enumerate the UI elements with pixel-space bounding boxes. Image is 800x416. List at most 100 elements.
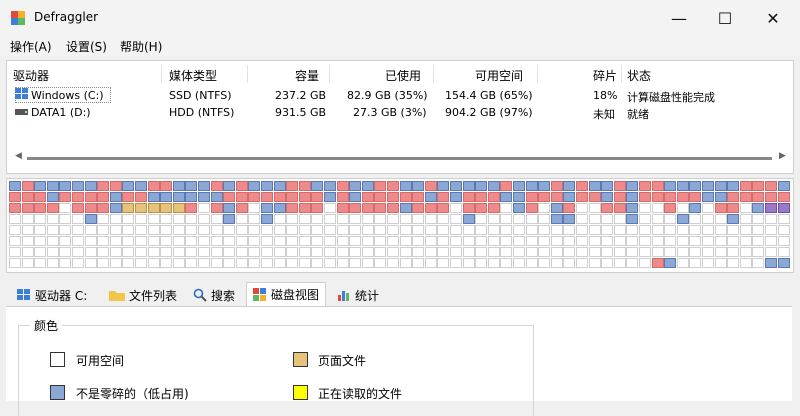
- disk-block[interactable]: [601, 225, 614, 235]
- disk-block[interactable]: [613, 247, 626, 257]
- disk-block[interactable]: [21, 203, 34, 213]
- disk-block[interactable]: [210, 192, 223, 202]
- disk-block[interactable]: [235, 236, 248, 246]
- disk-block[interactable]: [46, 258, 59, 268]
- disk-block[interactable]: [676, 181, 689, 191]
- disk-block[interactable]: [424, 181, 437, 191]
- disk-block[interactable]: [361, 214, 374, 224]
- disk-block[interactable]: [550, 214, 563, 224]
- disk-block[interactable]: [72, 247, 84, 257]
- disk-block[interactable]: [235, 181, 248, 191]
- disk-block[interactable]: [576, 236, 588, 246]
- disk-block[interactable]: [84, 214, 97, 224]
- disk-block[interactable]: [185, 181, 198, 191]
- disk-block[interactable]: [387, 258, 399, 268]
- disk-block[interactable]: [59, 181, 72, 191]
- disk-block[interactable]: [450, 181, 462, 191]
- disk-block[interactable]: [689, 214, 702, 224]
- disk-block[interactable]: [286, 214, 299, 224]
- disk-block[interactable]: [198, 181, 210, 191]
- disk-block[interactable]: [525, 192, 538, 202]
- disk-block[interactable]: [311, 192, 324, 202]
- disk-block[interactable]: [412, 225, 425, 235]
- disk-block[interactable]: [172, 225, 185, 235]
- disk-block[interactable]: [160, 258, 173, 268]
- disk-block[interactable]: [437, 192, 450, 202]
- disk-block[interactable]: [412, 214, 425, 224]
- disk-block[interactable]: [46, 247, 59, 257]
- disk-block[interactable]: [437, 203, 450, 213]
- disk-block[interactable]: [9, 203, 21, 213]
- col-header-drive[interactable]: 驱动器: [13, 67, 49, 84]
- disk-block[interactable]: [311, 181, 324, 191]
- disk-block[interactable]: [752, 225, 765, 235]
- disk-block[interactable]: [538, 247, 551, 257]
- disk-block[interactable]: [286, 181, 299, 191]
- disk-block[interactable]: [298, 236, 311, 246]
- disk-block[interactable]: [437, 258, 450, 268]
- disk-block[interactable]: [676, 192, 689, 202]
- disk-block[interactable]: [135, 181, 147, 191]
- disk-block[interactable]: [538, 181, 551, 191]
- disk-block[interactable]: [46, 181, 59, 191]
- disk-block[interactable]: [273, 236, 286, 246]
- disk-block[interactable]: [437, 181, 450, 191]
- disk-block[interactable]: [349, 225, 362, 235]
- disk-block[interactable]: [9, 258, 21, 268]
- disk-block[interactable]: [298, 247, 311, 257]
- disk-block[interactable]: [248, 258, 261, 268]
- disk-block[interactable]: [563, 181, 576, 191]
- disk-block[interactable]: [702, 236, 714, 246]
- disk-block[interactable]: [97, 236, 110, 246]
- disk-block[interactable]: [475, 225, 488, 235]
- disk-block[interactable]: [198, 192, 210, 202]
- disk-block[interactable]: [613, 203, 626, 213]
- disk-block[interactable]: [273, 214, 286, 224]
- disk-block[interactable]: [109, 258, 122, 268]
- disk-block[interactable]: [109, 236, 122, 246]
- disk-block[interactable]: [727, 214, 740, 224]
- disk-block[interactable]: [361, 203, 374, 213]
- disk-block[interactable]: [336, 181, 349, 191]
- disk-block[interactable]: [626, 192, 639, 202]
- disk-block[interactable]: [399, 181, 412, 191]
- disk-block[interactable]: [727, 247, 740, 257]
- disk-block[interactable]: [286, 192, 299, 202]
- disk-block[interactable]: [109, 181, 122, 191]
- disk-block[interactable]: [387, 225, 399, 235]
- disk-block[interactable]: [84, 181, 97, 191]
- disk-block[interactable]: [311, 236, 324, 246]
- disk-block[interactable]: [626, 225, 639, 235]
- disk-block[interactable]: [235, 225, 248, 235]
- disk-map[interactable]: [6, 178, 794, 273]
- disk-block[interactable]: [727, 192, 740, 202]
- disk-block[interactable]: [752, 192, 765, 202]
- disk-block[interactable]: [626, 236, 639, 246]
- disk-block[interactable]: [601, 258, 614, 268]
- disk-block[interactable]: [739, 247, 752, 257]
- disk-block[interactable]: [122, 214, 135, 224]
- disk-block[interactable]: [727, 203, 740, 213]
- disk-block[interactable]: [487, 192, 500, 202]
- scroll-right-icon[interactable]: ▶: [779, 151, 786, 161]
- disk-block[interactable]: [601, 181, 614, 191]
- disk-block[interactable]: [261, 225, 273, 235]
- disk-block[interactable]: [349, 247, 362, 257]
- disk-block[interactable]: [311, 203, 324, 213]
- disk-block[interactable]: [59, 236, 72, 246]
- disk-block[interactable]: [223, 192, 236, 202]
- disk-block[interactable]: [273, 258, 286, 268]
- disk-block[interactable]: [374, 181, 387, 191]
- disk-block[interactable]: [374, 203, 387, 213]
- disk-block[interactable]: [765, 181, 777, 191]
- disk-block[interactable]: [676, 258, 689, 268]
- disk-block[interactable]: [424, 225, 437, 235]
- disk-block[interactable]: [298, 258, 311, 268]
- disk-block[interactable]: [235, 247, 248, 257]
- disk-block[interactable]: [538, 192, 551, 202]
- disk-block[interactable]: [336, 192, 349, 202]
- disk-block[interactable]: [21, 181, 34, 191]
- disk-block[interactable]: [135, 236, 147, 246]
- disk-block[interactable]: [752, 181, 765, 191]
- disk-block[interactable]: [613, 192, 626, 202]
